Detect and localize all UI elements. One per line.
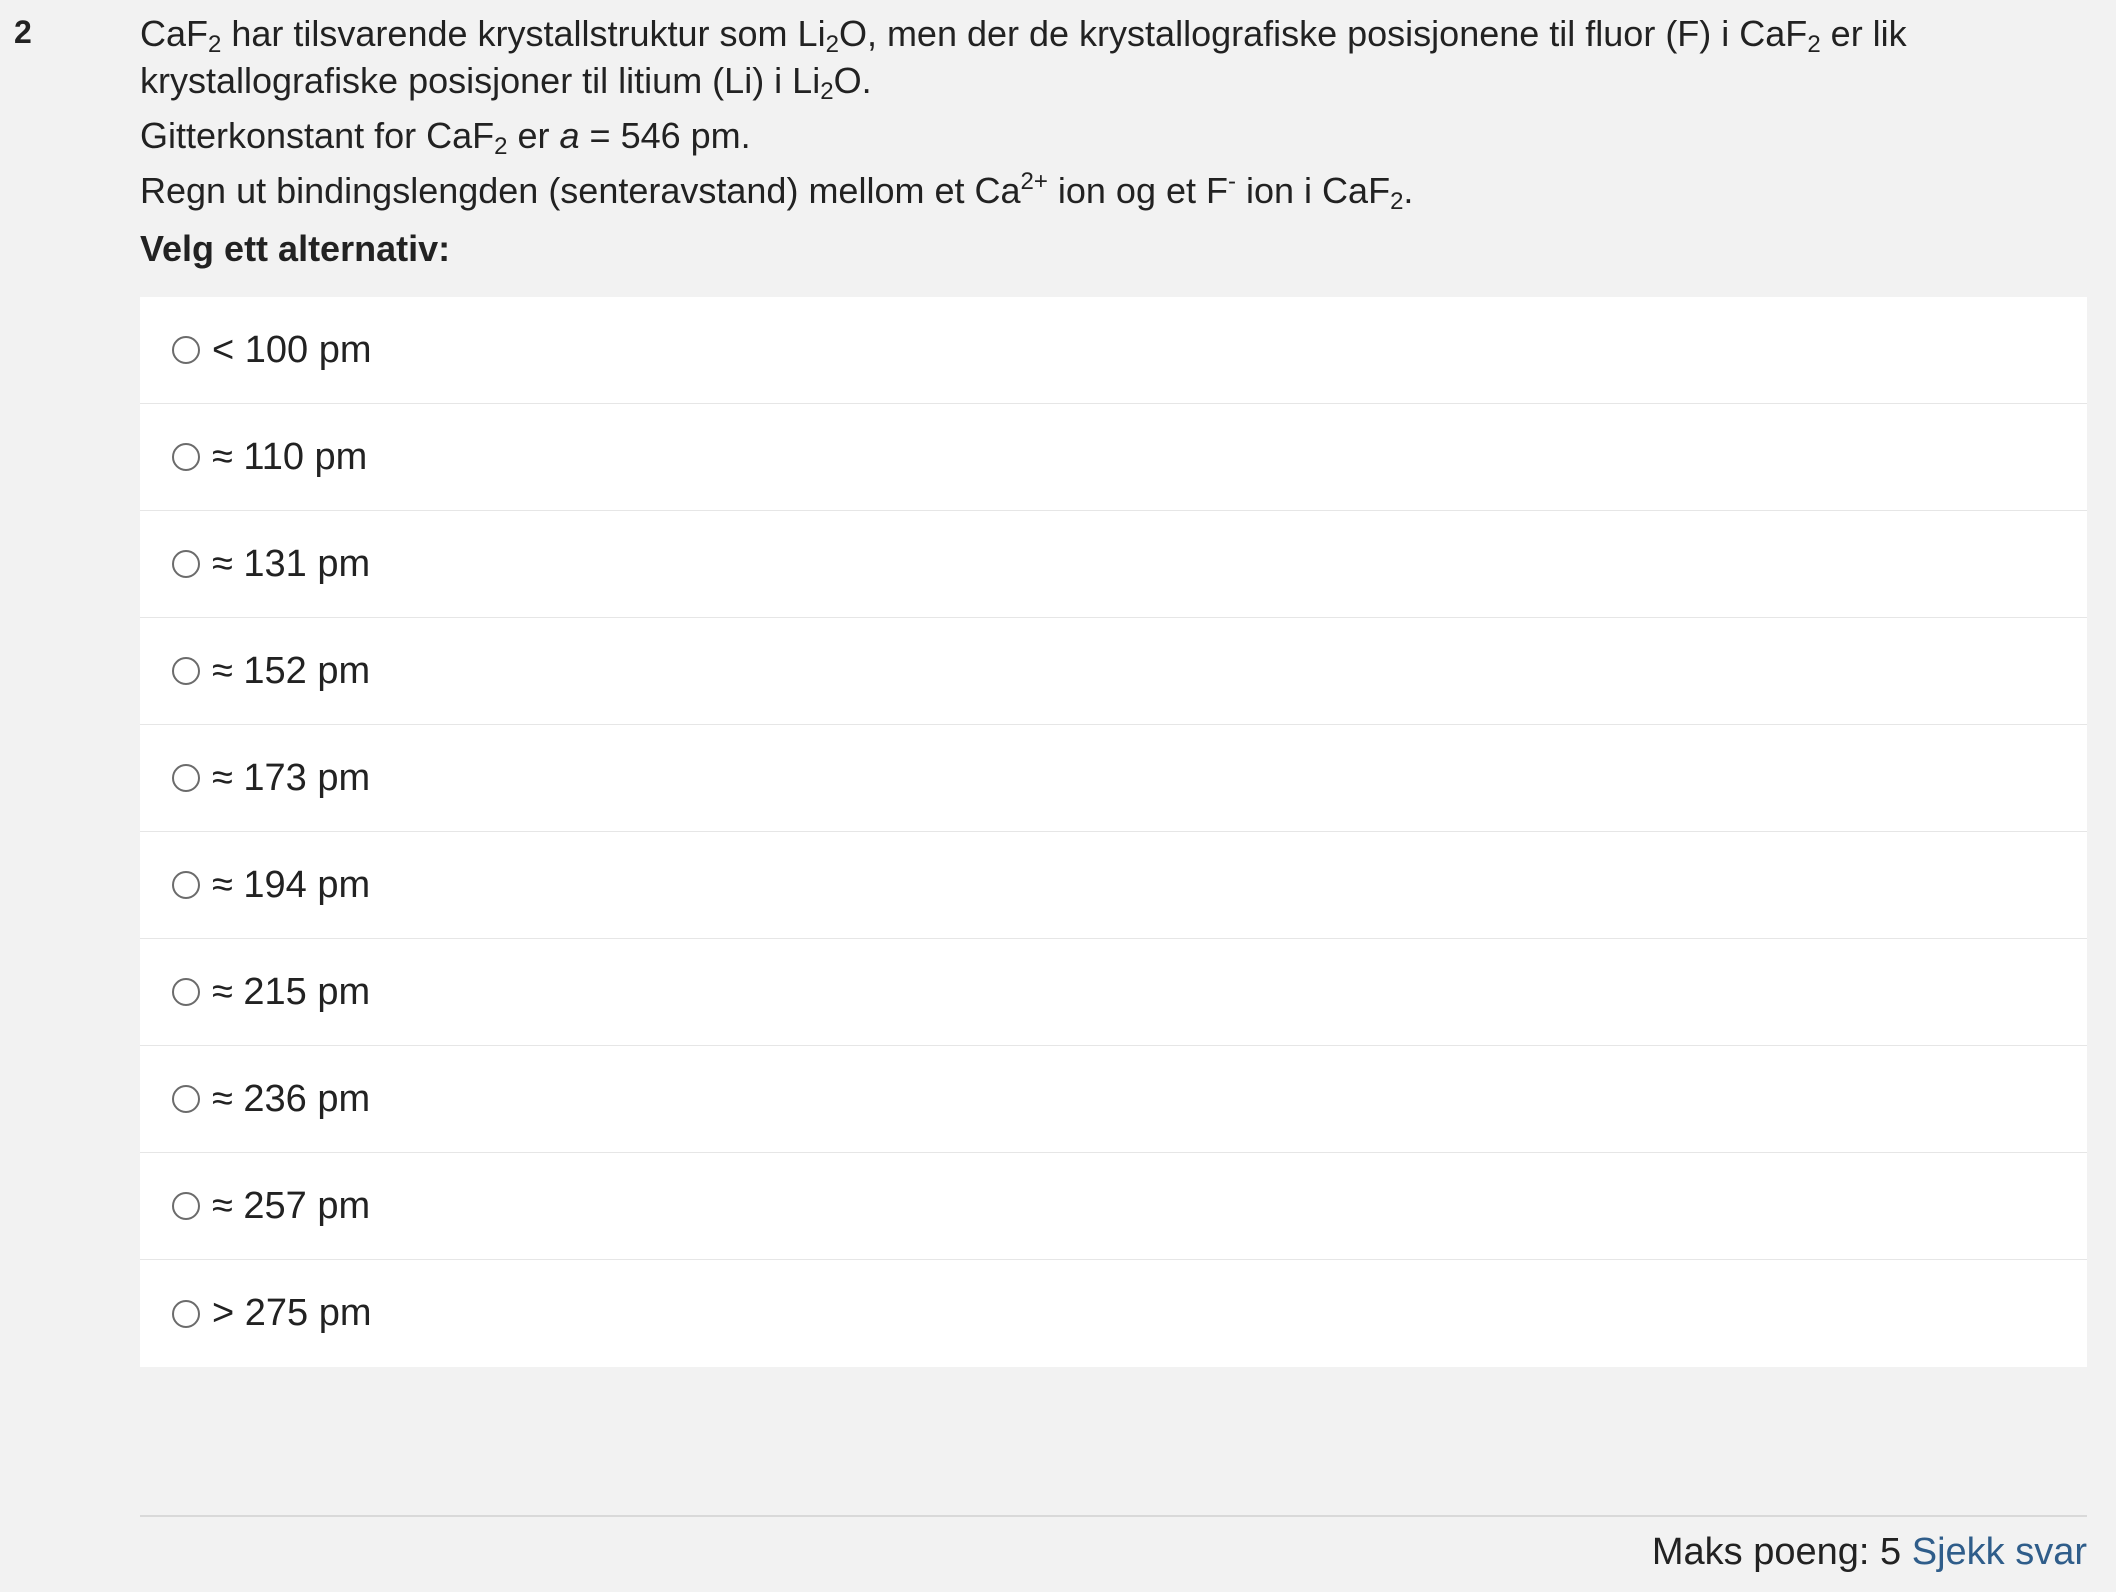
answer-option[interactable]: ≈ 131 pm [140,511,2087,618]
radio-button[interactable] [172,1192,200,1220]
radio-button[interactable] [172,764,200,792]
answer-option-label: < 100 pm [212,328,372,371]
question-line-2: krystallografiske posisjoner til litium … [140,60,872,105]
answer-option-label: > 275 pm [212,1292,372,1334]
answer-option[interactable]: ≈ 110 pm [140,404,2087,511]
radio-button[interactable] [172,550,200,578]
answer-option-label: ≈ 194 pm [212,863,371,906]
answer-option-label: ≈ 257 pm [212,1184,371,1227]
answer-option[interactable]: ≈ 215 pm [140,939,2087,1046]
answer-option[interactable]: > 275 pm [140,1260,2087,1367]
question-line-4: Regn ut bindingslengden (senteravstand) … [140,168,1414,215]
radio-button[interactable] [172,336,200,364]
answer-option-label: ≈ 131 pm [212,542,371,585]
answer-option-label: ≈ 236 pm [212,1077,371,1120]
question-footer: Maks poeng: 5 Sjekk svar [1652,1531,2087,1574]
answer-options: < 100 pm ≈ 110 pm ≈ 131 pm ≈ 152 pm ≈ 17… [140,297,2087,1367]
answer-option[interactable]: ≈ 194 pm [140,832,2087,939]
answer-option[interactable]: ≈ 236 pm [140,1046,2087,1153]
question-line-3: Gitterkonstant for CaF2 er a = 546 pm. [140,115,751,160]
answer-option[interactable]: < 100 pm [140,297,2087,404]
answer-option[interactable]: ≈ 152 pm [140,618,2087,725]
radio-button[interactable] [172,1299,200,1328]
answer-option[interactable]: ≈ 257 pm [140,1153,2087,1260]
answer-option-label: ≈ 215 pm [212,970,371,1013]
answer-option-label: ≈ 173 pm [212,756,371,799]
max-points-label: Maks poeng: 5 [1651,1531,1902,1573]
question-number: 2 [14,14,32,50]
choose-one-prompt: Velg ett alternativ: [140,228,451,269]
radio-button[interactable] [172,978,200,1006]
answer-option-label: ≈ 110 pm [212,435,368,478]
radio-button[interactable] [172,1085,200,1113]
answer-option-label: ≈ 152 pm [212,649,371,692]
radio-button[interactable] [172,657,200,685]
footer-divider [140,1515,2087,1517]
question-text: CaF2 har tilsvarende krystallstruktur so… [140,10,2090,272]
radio-button[interactable] [172,871,200,899]
radio-button[interactable] [172,443,200,471]
answer-option[interactable]: ≈ 173 pm [140,725,2087,832]
check-answer-button[interactable]: Sjekk svar [1912,1531,2087,1573]
question-line-1: CaF2 har tilsvarende krystallstruktur so… [140,13,1907,58]
